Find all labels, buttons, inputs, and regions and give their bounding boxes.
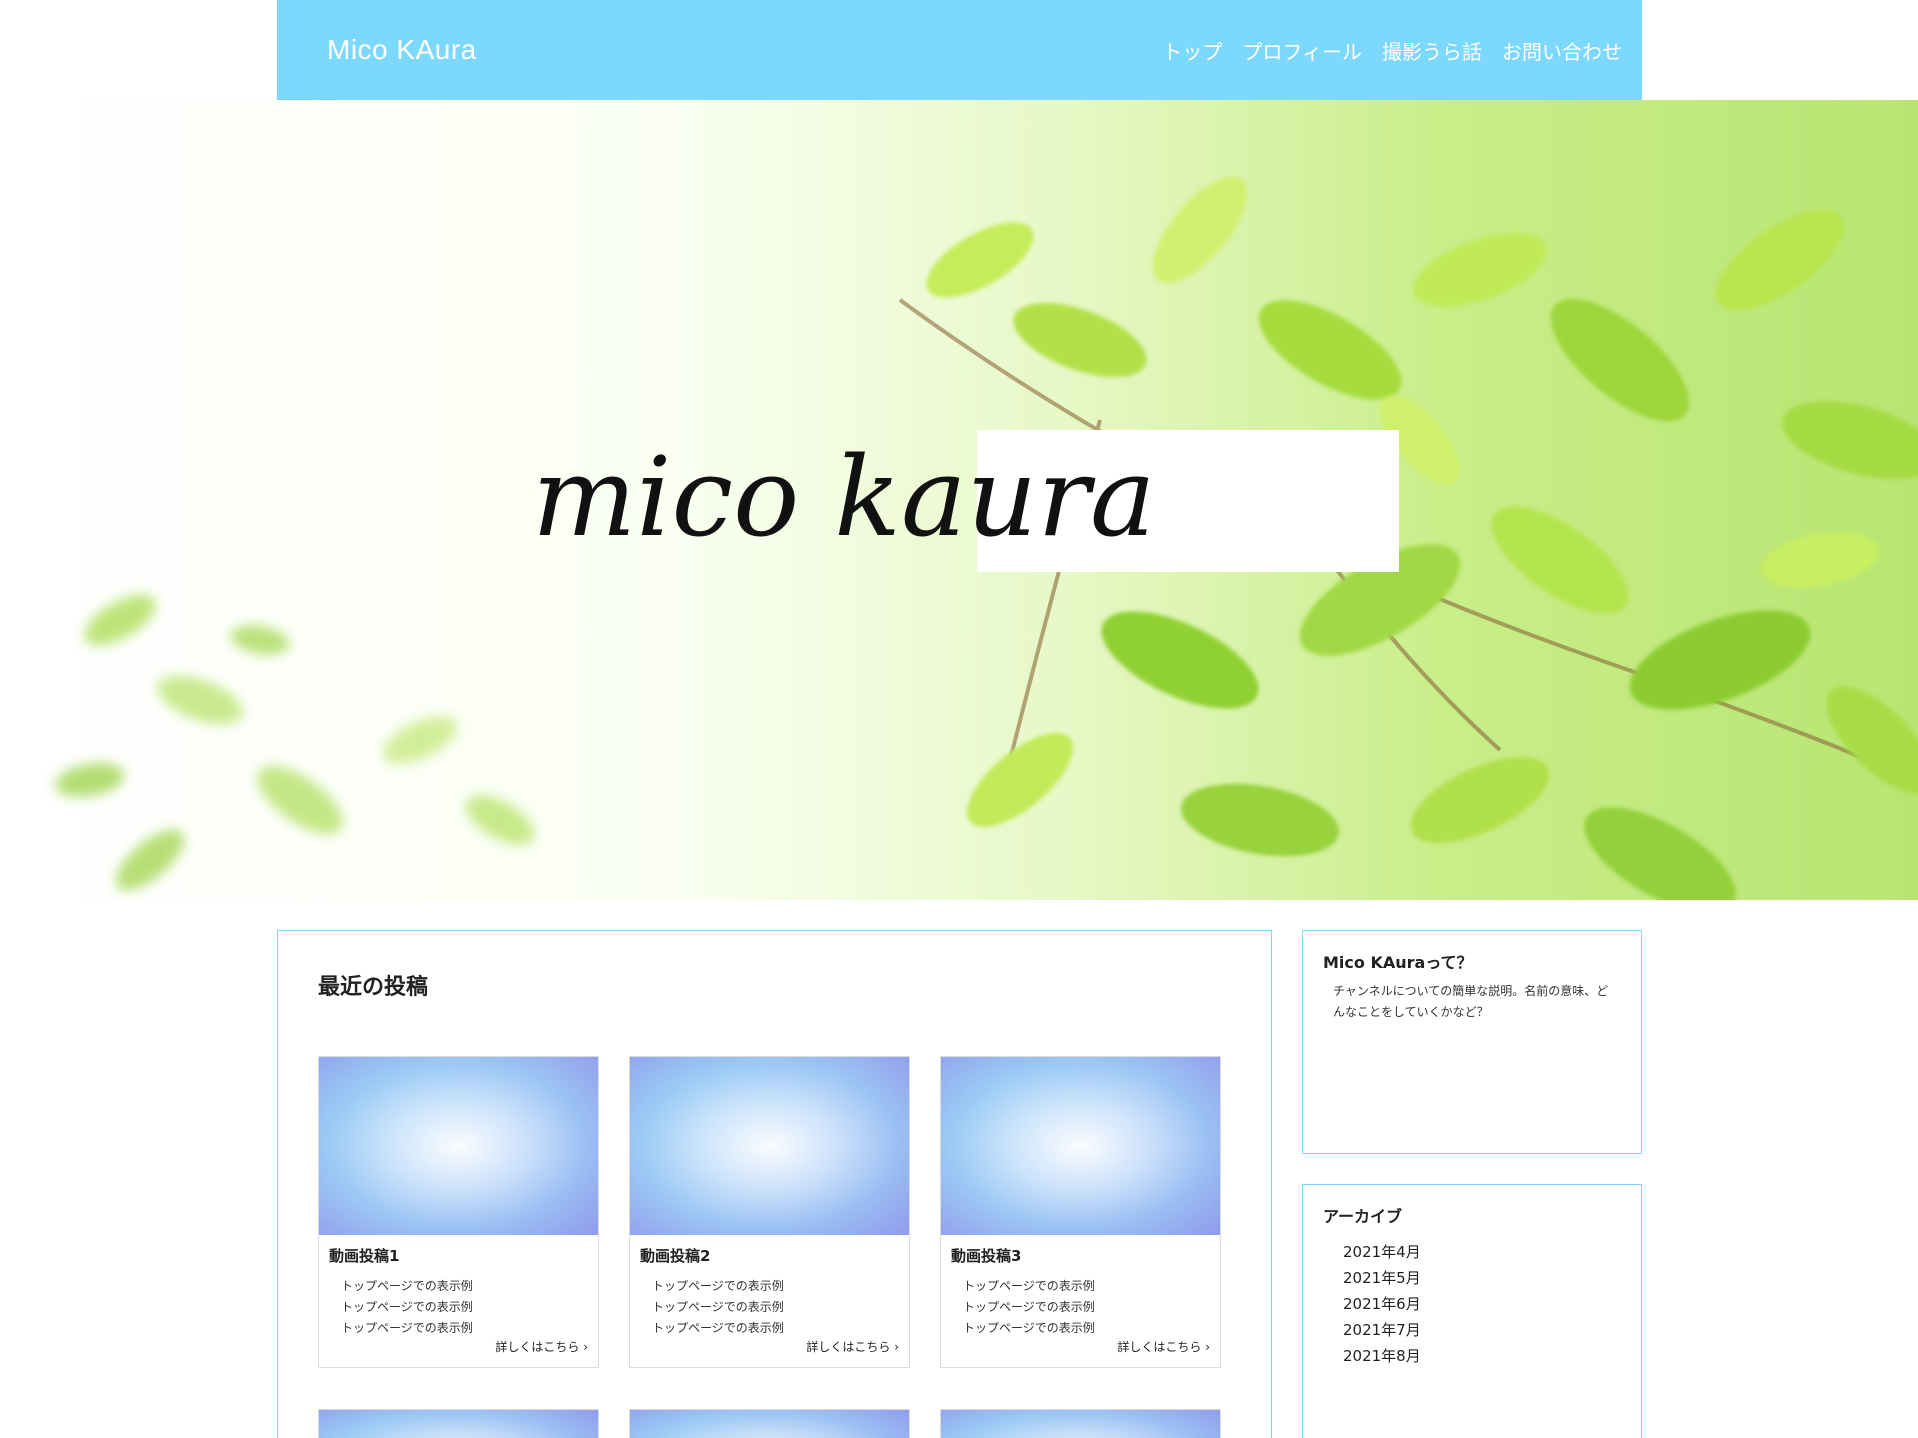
archive-item: 2021年6月 [1343,1291,1641,1317]
post-card-partial[interactable] [629,1409,910,1438]
post-excerpt-line: トップページでの表示例 [652,1321,784,1335]
post-title: 動画投稿3 [951,1247,1022,1265]
read-more-link[interactable]: 詳しくはこちら › [806,1338,899,1355]
post-card[interactable]: 動画投稿3 トップページでの表示例 トップページでの表示例 トップページでの表示… [940,1056,1221,1368]
about-widget-title: Mico KAuraって？ [1323,953,1473,972]
post-thumbnail [319,1057,598,1235]
chevron-right-icon: › [894,1340,899,1354]
post-excerpt-line: トップページでの表示例 [963,1300,1095,1314]
post-excerpt-line: トップページでの表示例 [341,1279,473,1293]
post-excerpt-line: トップページでの表示例 [652,1300,784,1314]
post-excerpt-line: トップページでの表示例 [341,1321,473,1335]
archive-list: 2021年4月 2021年5月 2021年6月 2021年7月 2021年8月 [1343,1239,1641,1369]
archive-link[interactable]: 2021年7月 [1343,1321,1421,1339]
post-excerpt-line: トップページでの表示例 [963,1279,1095,1293]
section-title: 最近の投稿 [318,975,429,1000]
nav-item-contact[interactable]: お問い合わせ [1502,36,1622,65]
archive-item: 2021年7月 [1343,1317,1641,1343]
archive-widget: アーカイブ 2021年4月 2021年5月 2021年6月 2021年7月 20… [1302,1184,1642,1438]
post-thumbnail [630,1057,909,1235]
archive-item: 2021年4月 [1343,1239,1641,1265]
archive-widget-title: アーカイブ [1323,1207,1403,1226]
chevron-right-icon: › [583,1340,588,1354]
read-more-label: 詳しくはこちら [1117,1340,1202,1354]
chevron-right-icon: › [1205,1340,1210,1354]
main-nav: トップ プロフィール 撮影うら話 お問い合わせ [1162,36,1622,65]
page: Mico KAura トップ プロフィール 撮影うら話 お問い合わせ mico … [0,0,1918,1438]
hero-banner: mico kaura [0,100,1918,900]
archive-link[interactable]: 2021年8月 [1343,1347,1421,1365]
post-card[interactable]: 動画投稿1 トップページでの表示例 トップページでの表示例 トップページでの表示… [318,1056,599,1368]
about-widget-text: チャンネルについての簡単な説明。名前の意味、どんなことをしていくかなど？ [1333,984,1609,1019]
about-widget: Mico KAuraって？ チャンネルについての簡単な説明。名前の意味、どんなこ… [1302,930,1642,1154]
post-thumbnail [941,1057,1220,1235]
post-card-partial[interactable] [940,1409,1221,1438]
nav-item-behind-the-scenes[interactable]: 撮影うら話 [1382,36,1482,65]
archive-link[interactable]: 2021年6月 [1343,1295,1421,1313]
read-more-link[interactable]: 詳しくはこちら › [1117,1338,1210,1355]
site-brand-link[interactable]: Mico KAura [327,34,477,66]
read-more-label: 詳しくはこちら [806,1340,891,1354]
post-card-partial[interactable] [318,1409,599,1438]
hero-logo: mico kaura [532,433,1156,561]
post-title: 動画投稿2 [640,1247,711,1265]
nav-item-profile[interactable]: プロフィール [1242,36,1362,65]
post-excerpt-line: トップページでの表示例 [341,1300,473,1314]
archive-link[interactable]: 2021年5月 [1343,1269,1421,1287]
post-title: 動画投稿1 [329,1247,400,1265]
archive-item: 2021年8月 [1343,1343,1641,1369]
nav-item-top[interactable]: トップ [1162,36,1222,65]
read-more-label: 詳しくはこちら [495,1340,580,1354]
archive-item: 2021年5月 [1343,1265,1641,1291]
site-header: Mico KAura トップ プロフィール 撮影うら話 お問い合わせ [277,0,1642,100]
hero-logo-text: mico kaura [532,433,1156,561]
post-excerpt-line: トップページでの表示例 [652,1279,784,1293]
recent-posts-section: 最近の投稿 動画投稿1 トップページでの表示例 トップページでの表示例 トップペ… [277,930,1272,1438]
post-excerpt-line: トップページでの表示例 [963,1321,1095,1335]
archive-link[interactable]: 2021年4月 [1343,1243,1421,1261]
read-more-link[interactable]: 詳しくはこちら › [495,1338,588,1355]
post-card[interactable]: 動画投稿2 トップページでの表示例 トップページでの表示例 トップページでの表示… [629,1056,910,1368]
